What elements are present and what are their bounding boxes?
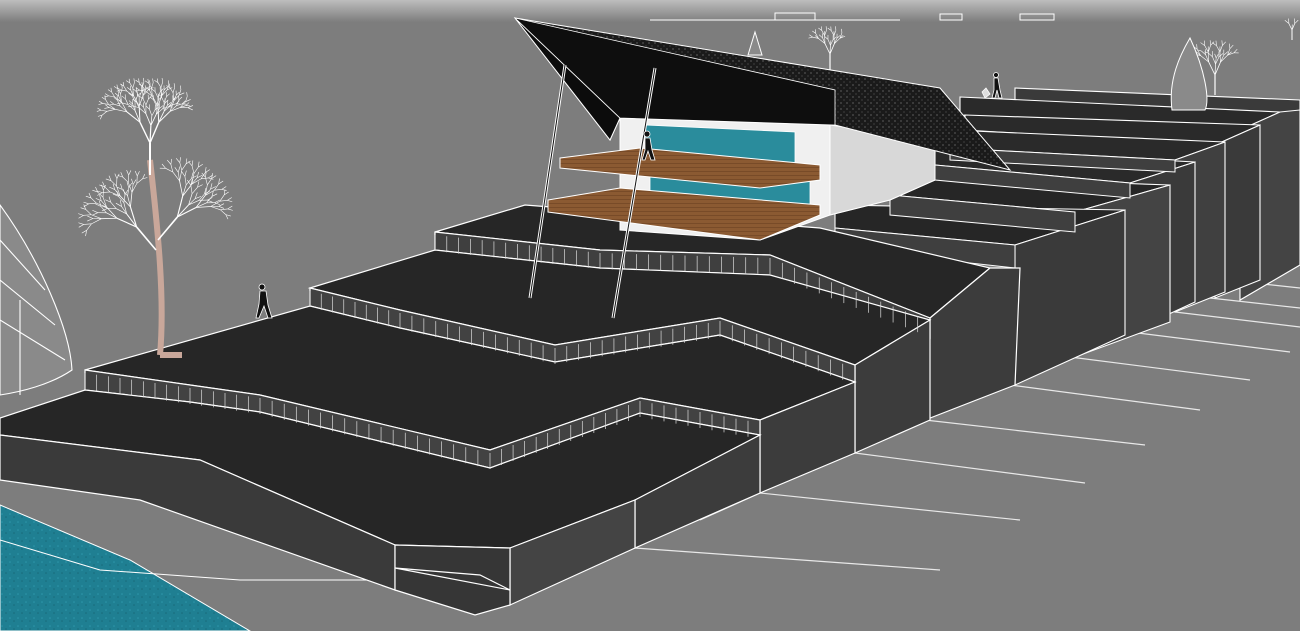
- render-viewport: [0, 0, 1300, 631]
- render-canvas: [0, 0, 1300, 631]
- horizon-band: [0, 0, 1300, 22]
